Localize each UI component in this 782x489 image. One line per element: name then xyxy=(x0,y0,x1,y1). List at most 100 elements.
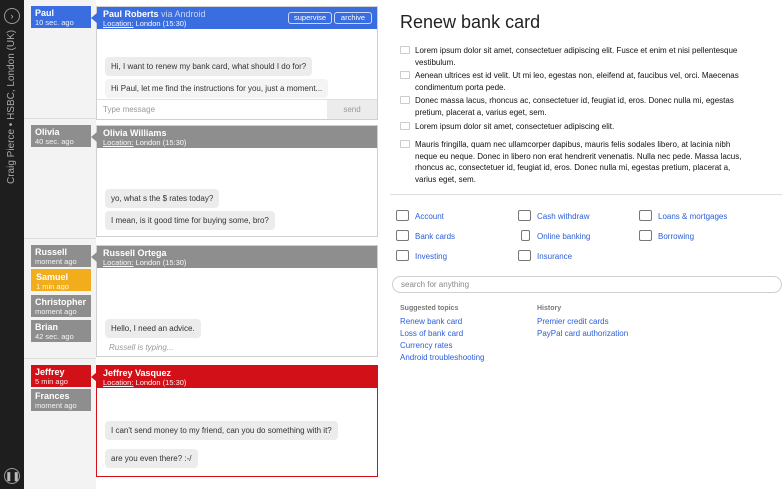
location-label[interactable]: Location: xyxy=(103,138,133,147)
category-label: Insurance xyxy=(537,252,573,261)
history-link[interactable]: Premier credit cards xyxy=(537,317,609,326)
category-loans[interactable]: Loans & mortgages xyxy=(639,210,728,221)
message-bubble: I mean, is it good time for buying some,… xyxy=(105,211,275,230)
category-online-banking[interactable]: Online banking xyxy=(521,230,591,241)
location-label[interactable]: Location: xyxy=(103,378,133,387)
user-name: Olivia xyxy=(35,127,60,137)
customer-name: Jeffrey Vasquez xyxy=(103,368,172,378)
user-time: 42 sec. ago xyxy=(35,332,74,341)
comment-icon xyxy=(400,122,410,130)
location-value: London (15:30) xyxy=(135,138,187,147)
article-title: Renew bank card xyxy=(400,12,541,32)
user-time: 40 sec. ago xyxy=(35,137,74,146)
chat-window-olivia: Olivia Williams Location: London (15:30)… xyxy=(91,125,378,237)
archive-button[interactable]: archive xyxy=(334,12,372,24)
category-label: Investing xyxy=(415,252,448,261)
user-tab-christopher[interactable]: Christopher moment ago xyxy=(31,295,91,317)
category-label: Borrowing xyxy=(658,232,695,241)
chat-header: Olivia Williams Location: London (15:30) xyxy=(91,126,377,148)
user-time: moment ago xyxy=(35,257,77,266)
article-step-text: Lorem ipsum dolor sit amet, consectetuer… xyxy=(415,46,738,67)
article-step-text: Mauris fringilla, quam nec ullamcorper d… xyxy=(415,140,742,184)
divider xyxy=(390,194,782,195)
send-button[interactable]: send xyxy=(327,100,377,119)
mouse-icon xyxy=(521,230,530,241)
comment-icon xyxy=(400,140,410,148)
user-time: moment ago xyxy=(35,307,77,316)
article-step: Lorem ipsum dolor sit amet, consectetuer… xyxy=(400,45,745,68)
message-bubble: Hello, I need an advice. xyxy=(105,319,201,338)
supervise-button[interactable]: supervise xyxy=(288,12,333,24)
user-name: Samuel xyxy=(36,272,69,282)
category-account[interactable]: Account xyxy=(396,210,444,221)
category-borrowing[interactable]: Borrowing xyxy=(639,230,695,241)
article-step-text: Donec massa lacus, rhoncus ac, consectet… xyxy=(415,96,734,117)
user-tab-olivia[interactable]: Olivia 40 sec. ago xyxy=(31,125,91,147)
category-cash-withdraw[interactable]: Cash withdraw xyxy=(518,210,590,221)
chevron-right-icon[interactable]: › xyxy=(4,8,20,24)
house-icon xyxy=(639,210,652,221)
article-step-text: Lorem ipsum dolor sit amet, consectetuer… xyxy=(415,122,615,131)
user-tab-samuel[interactable]: Samuel 1 min ago xyxy=(31,269,91,291)
location-label[interactable]: Location: xyxy=(103,19,133,28)
message-bubble: Hi, I want to renew my bank card, what s… xyxy=(105,57,313,76)
article-step: Aenean ultrices est id velit. Ut mi leo,… xyxy=(400,70,745,93)
pointer-arrow xyxy=(91,252,97,262)
history-heading: History xyxy=(537,305,562,312)
user-time: 5 min ago xyxy=(35,377,68,386)
category-label: Loans & mortgages xyxy=(658,212,728,221)
location-label[interactable]: Location: xyxy=(103,258,133,267)
user-tab-paul[interactable]: Paul 10 sec. ago xyxy=(31,6,91,28)
suggested-link[interactable]: Loss of bank card xyxy=(400,329,463,338)
comment-icon xyxy=(400,71,410,79)
cash-icon xyxy=(518,210,531,221)
customer-location: Location: London (15:30) xyxy=(103,138,371,148)
category-insurance[interactable]: Insurance xyxy=(518,250,573,261)
location-value: London (15:30) xyxy=(135,19,187,28)
suggested-link[interactable]: Android troubleshooting xyxy=(400,353,485,362)
message-input[interactable]: Type message send xyxy=(97,99,377,119)
user-tab-russell[interactable]: Russell moment ago xyxy=(31,245,91,267)
category-bank-cards[interactable]: Bank cards xyxy=(396,230,455,241)
article-step: Donec massa lacus, rhoncus ac, consectet… xyxy=(400,95,745,118)
knowledge-search-input[interactable]: search for anything xyxy=(392,276,782,293)
user-name: Brian xyxy=(35,322,59,332)
history-link[interactable]: PayPal card authorization xyxy=(537,329,628,338)
pointer-arrow xyxy=(91,13,97,23)
search-placeholder: search for anything xyxy=(401,280,470,289)
agent-sidebar: › Craig Pierce • HSBC, London (UK) ❚❚ xyxy=(0,0,24,489)
message-bubble: yo, what s the $ rates today? xyxy=(105,189,220,208)
pointer-arrow xyxy=(91,132,97,142)
message-bubble: Hi Paul, let me find the instructions fo… xyxy=(105,79,329,98)
divider xyxy=(24,118,96,119)
user-name: Paul xyxy=(35,8,55,18)
category-label: Cash withdraw xyxy=(537,212,590,221)
user-tab-frances[interactable]: Frances moment ago xyxy=(31,389,91,411)
category-label: Online banking xyxy=(537,232,591,241)
article-step: Lorem ipsum dolor sit amet, consectetuer… xyxy=(400,121,745,133)
comment-icon xyxy=(400,46,410,54)
category-investing[interactable]: Investing xyxy=(396,250,448,261)
article-step-text: Aenean ultrices est id velit. Ut mi leo,… xyxy=(415,71,739,92)
user-time: moment ago xyxy=(35,401,77,410)
user-name: Frances xyxy=(35,391,70,401)
app-root: › Craig Pierce • HSBC, London (UK) ❚❚ Pa… xyxy=(0,0,782,489)
location-value: London (15:30) xyxy=(135,378,187,387)
pause-icon[interactable]: ❚❚ xyxy=(4,468,20,484)
pointer-arrow xyxy=(91,372,97,382)
customer-location: Location: London (15:30) xyxy=(103,378,371,388)
chat-window-jeffrey: Jeffrey Vasquez Location: London (15:30)… xyxy=(91,365,378,477)
message-placeholder: Type message xyxy=(103,105,156,114)
user-name: Christopher xyxy=(35,297,87,307)
user-tab-brian[interactable]: Brian 42 sec. ago xyxy=(31,320,91,342)
customer-name: Russell Ortega xyxy=(103,248,167,258)
agent-info: Craig Pierce • HSBC, London (UK) xyxy=(6,30,17,185)
investing-icon xyxy=(396,250,409,261)
article-step: Mauris fringilla, quam nec ullamcorper d… xyxy=(400,139,745,185)
user-tab-jeffrey[interactable]: Jeffrey 5 min ago xyxy=(31,365,91,387)
chat-header: Russell Ortega Location: London (15:30) xyxy=(91,246,377,268)
suggested-link[interactable]: Renew bank card xyxy=(400,317,462,326)
via-label: via Android xyxy=(161,9,206,19)
suggested-link[interactable]: Currency rates xyxy=(400,341,452,350)
user-time: 10 sec. ago xyxy=(35,18,74,27)
